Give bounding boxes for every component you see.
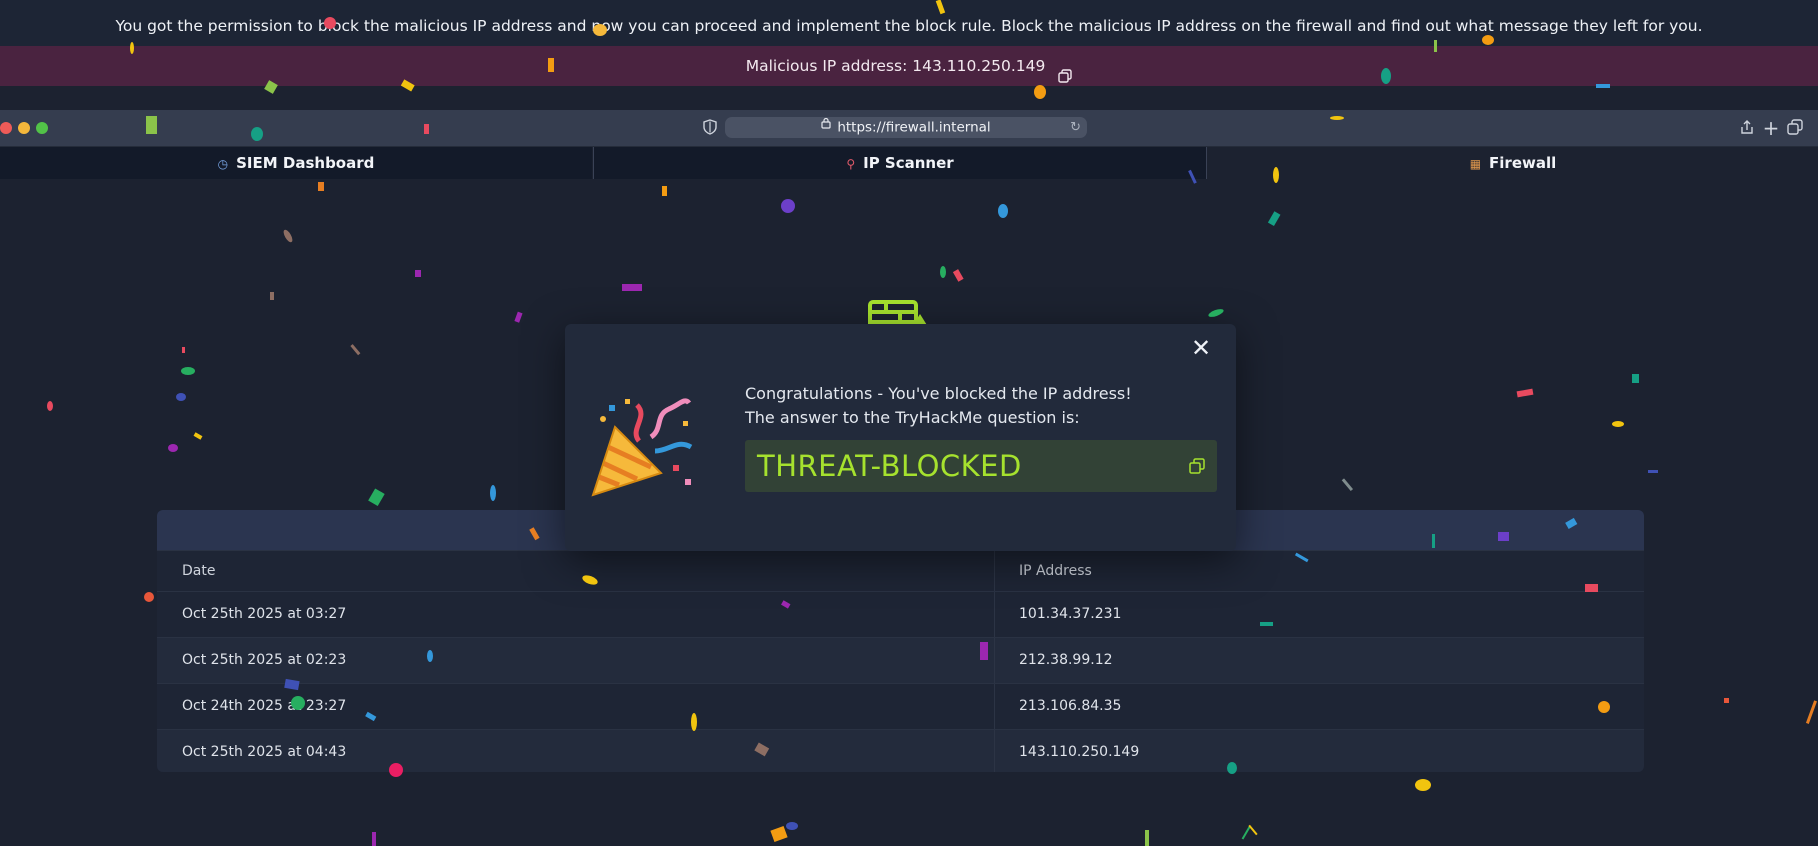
- modal-message: Congratulations - You've blocked the IP …: [745, 382, 1132, 430]
- table-row[interactable]: Oct 25th 2025 at 04:43 143.110.250.149: [157, 729, 1644, 772]
- party-popper-icon: [591, 398, 693, 497]
- malicious-ip-text: Malicious IP address: 143.110.250.149: [745, 57, 1046, 75]
- browser-toolbar: https://firewall.internal ↻ +: [0, 110, 1818, 147]
- table-row[interactable]: Oct 24th 2025 at 23:27 213.106.84.35: [157, 683, 1644, 729]
- row-ip: 143.110.250.149: [1019, 744, 1140, 760]
- table-row[interactable]: Oct 25th 2025 at 03:27 101.34.37.231: [157, 591, 1644, 637]
- row-date: Oct 24th 2025 at 23:27: [182, 698, 347, 714]
- column-header-date: Date: [182, 563, 216, 579]
- modal-line-1: Congratulations - You've blocked the IP …: [745, 384, 1132, 403]
- tab-label: Firewall: [1489, 154, 1557, 172]
- tab-label: IP Scanner: [863, 154, 954, 172]
- answer-text: THREAT-BLOCKED: [757, 449, 1022, 483]
- new-tab-icon[interactable]: +: [1762, 118, 1780, 138]
- lock-icon: [821, 115, 831, 136]
- clock-icon: ◷: [217, 157, 229, 171]
- tab-firewall[interactable]: ▦ Firewall: [1206, 147, 1818, 179]
- modal-line-2: The answer to the TryHackMe question is:: [745, 408, 1080, 427]
- reload-icon[interactable]: ↻: [1070, 117, 1081, 138]
- tabs-icon[interactable]: [1786, 119, 1804, 137]
- row-date: Oct 25th 2025 at 02:23: [182, 652, 347, 668]
- app-tabs: ◷ SIEM Dashboard ⚲ IP Scanner ▦ Firewall: [0, 147, 1818, 179]
- row-ip: 212.38.99.12: [1019, 652, 1113, 668]
- address-bar[interactable]: https://firewall.internal ↻: [725, 117, 1087, 138]
- minimize-window-button[interactable]: [18, 122, 30, 134]
- malicious-ip-banner: Malicious IP address: 143.110.250.149: [0, 46, 1818, 86]
- answer-box: THREAT-BLOCKED: [745, 440, 1217, 492]
- success-modal: ✕ Congratulations - You've blocked the I…: [565, 324, 1236, 551]
- close-window-button[interactable]: [0, 122, 12, 134]
- firewall-icon: ▦: [1469, 157, 1482, 171]
- row-ip: 213.106.84.35: [1019, 698, 1122, 714]
- copy-answer-icon[interactable]: [1189, 458, 1205, 474]
- share-icon[interactable]: [1738, 119, 1756, 137]
- maximize-window-button[interactable]: [36, 122, 48, 134]
- tab-label: SIEM Dashboard: [236, 154, 375, 172]
- shield-icon[interactable]: [701, 119, 719, 137]
- table-header-row: Date IP Address: [157, 550, 1644, 591]
- url-text: https://firewall.internal: [837, 119, 991, 136]
- copy-icon[interactable]: [1058, 58, 1072, 83]
- row-date: Oct 25th 2025 at 03:27: [182, 606, 347, 622]
- tab-ip-scanner[interactable]: ⚲ IP Scanner: [593, 147, 1206, 179]
- close-icon[interactable]: ✕: [1190, 336, 1212, 360]
- instructions-text: You got the permission to block the mali…: [115, 17, 1703, 35]
- tab-siem-dashboard[interactable]: ◷ SIEM Dashboard: [0, 147, 592, 179]
- row-ip: 101.34.37.231: [1019, 606, 1122, 622]
- search-icon: ⚲: [846, 157, 856, 171]
- row-date: Oct 25th 2025 at 04:43: [182, 744, 347, 760]
- column-header-ip: IP Address: [1019, 563, 1092, 579]
- table-row[interactable]: Oct 25th 2025 at 02:23 212.38.99.12: [157, 637, 1644, 683]
- instructions-banner: You got the permission to block the mali…: [0, 0, 1818, 46]
